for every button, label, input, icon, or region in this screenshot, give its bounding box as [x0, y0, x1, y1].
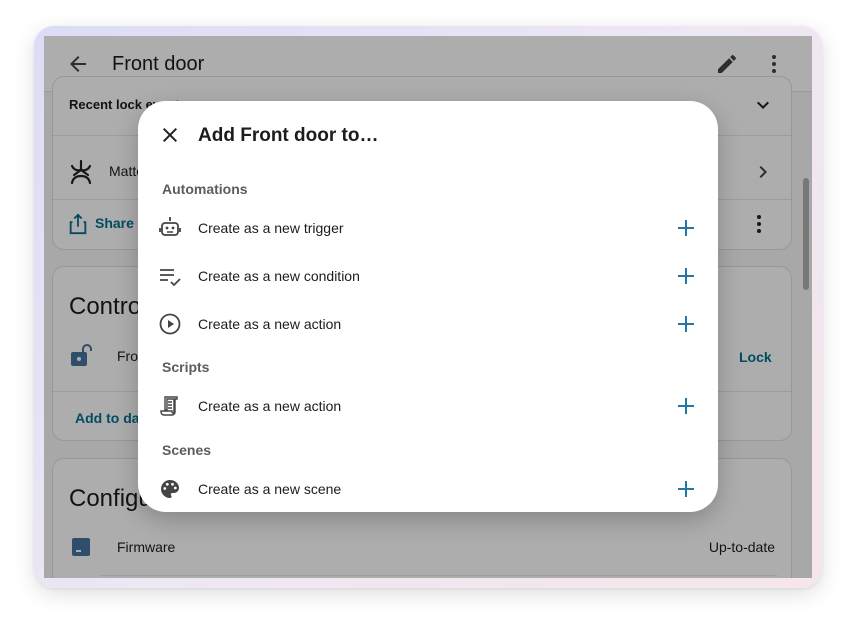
- row-label: Create as a new condition: [198, 268, 360, 284]
- row-label: Create as a new action: [198, 398, 342, 414]
- create-trigger-row[interactable]: Create as a new trigger: [138, 204, 718, 252]
- row-label: Create as a new action: [198, 316, 342, 332]
- dialog-title: Add Front door to…: [198, 125, 379, 146]
- robot-icon: [159, 217, 181, 236]
- section-header-scripts: Scripts: [162, 359, 210, 375]
- create-condition-row[interactable]: Create as a new condition: [138, 252, 718, 300]
- create-scene-row[interactable]: Create as a new scene: [138, 465, 718, 512]
- plus-icon[interactable]: [674, 477, 698, 501]
- row-label: Create as a new trigger: [198, 220, 344, 236]
- script-text-icon: [160, 396, 178, 416]
- section-header-automations: Automations: [162, 181, 248, 197]
- close-icon[interactable]: [158, 123, 182, 147]
- create-action-row[interactable]: Create as a new action: [138, 300, 718, 348]
- plus-icon[interactable]: [674, 312, 698, 336]
- section-header-scenes: Scenes: [162, 442, 212, 458]
- palette-icon: [161, 480, 179, 498]
- play-circle-outline-icon: [159, 313, 181, 335]
- row-label: Create as a new scene: [198, 481, 342, 497]
- create-script-action-row[interactable]: Create as a new action: [138, 382, 718, 430]
- add-to-dialog: Add Front door to… Automations Create as…: [138, 101, 718, 512]
- format-list-checks-icon: [160, 269, 181, 287]
- plus-icon[interactable]: [674, 264, 698, 288]
- plus-icon[interactable]: [674, 216, 698, 240]
- plus-icon[interactable]: [674, 394, 698, 418]
